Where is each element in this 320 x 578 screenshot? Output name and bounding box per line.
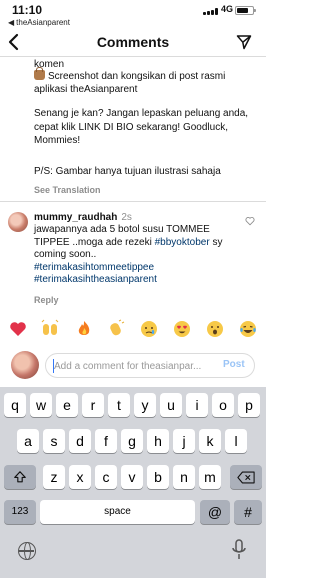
shift-arrow-icon <box>14 471 26 483</box>
key-i[interactable]: i <box>186 393 208 417</box>
see-translation-link[interactable]: See Translation <box>34 184 101 198</box>
key-k[interactable]: k <box>199 429 221 453</box>
key-b[interactable]: b <box>147 465 169 489</box>
globe-icon[interactable] <box>18 542 36 560</box>
key-f[interactable]: f <box>95 429 117 453</box>
key-l[interactable]: l <box>225 429 247 453</box>
status-time: 11:10 <box>12 3 43 17</box>
key-r[interactable]: r <box>82 393 104 417</box>
caption-line: Screenshot dan kongsikan di post rasmi <box>34 67 226 84</box>
backspace-icon <box>237 471 255 484</box>
key-v[interactable]: v <box>121 465 143 489</box>
heart-outline-icon[interactable] <box>245 216 255 226</box>
space-key[interactable]: space <box>40 500 195 524</box>
key-g[interactable]: g <box>121 429 143 453</box>
key-s[interactable]: s <box>43 429 65 453</box>
key-h[interactable]: h <box>147 429 169 453</box>
back-to-app-label: theAsianparent <box>16 18 70 27</box>
comment-text: jawapannya ada 5 botol susu TOMMEE TIPPE… <box>34 224 242 287</box>
comment-time: 2s <box>121 212 132 223</box>
key-j[interactable]: j <box>173 429 195 453</box>
network-type: 4G <box>221 4 234 14</box>
caption-line: Senang je kan? Jangan lepaskan peluang a… <box>34 108 249 146</box>
key-a[interactable]: a <box>17 429 39 453</box>
avatar <box>11 351 39 379</box>
hashtag-link[interactable]: #bbyoktober <box>155 237 210 248</box>
key-z[interactable]: z <box>43 465 65 489</box>
key-t[interactable]: t <box>108 393 130 417</box>
key-x[interactable]: x <box>69 465 91 489</box>
laughing-tears-emoji-icon[interactable] <box>238 319 258 339</box>
hashtag-link[interactable]: #terimakasihtommeetippee <box>34 262 154 273</box>
clapping-emoji-icon[interactable] <box>106 319 126 339</box>
avatar[interactable] <box>8 212 28 232</box>
signal-icon <box>203 8 218 15</box>
reply-button[interactable]: Reply <box>34 294 59 307</box>
key-d[interactable]: d <box>69 429 91 453</box>
fire-emoji-icon[interactable] <box>74 319 94 339</box>
heart-eyes-emoji-icon[interactable] <box>172 319 192 339</box>
surprised-face-emoji-icon[interactable] <box>205 319 225 339</box>
caption-line: aplikasi theAsianparent <box>34 84 138 95</box>
key-n[interactable]: n <box>173 465 195 489</box>
header-divider <box>0 56 266 57</box>
backspace-key[interactable] <box>230 465 262 489</box>
comment-username[interactable]: mummy_raudhah <box>34 212 117 223</box>
crying-face-emoji-icon[interactable] <box>139 319 159 339</box>
raised-hands-emoji-icon[interactable] <box>40 319 60 339</box>
key-u[interactable]: u <box>160 393 182 417</box>
key-p[interactable]: p <box>238 393 260 417</box>
caption-line: P/S: Gambar hanya tujuan ilustrasi sahaj… <box>34 166 221 177</box>
comment-header: mummy_raudhah 2s <box>34 212 242 225</box>
comment-input-box: Post <box>45 353 255 378</box>
numbers-key[interactable]: 123 <box>4 500 36 524</box>
microphone-icon[interactable] <box>230 539 248 561</box>
key-c[interactable]: c <box>95 465 117 489</box>
key-e[interactable]: e <box>56 393 78 417</box>
page-title: Comments <box>96 34 170 50</box>
caption-text: Screenshot dan kongsikan di post rasmi <box>48 71 226 82</box>
hash-key[interactable]: # <box>234 500 262 524</box>
back-to-app-link[interactable]: ◀ theAsianparent <box>8 18 70 27</box>
hashtag-link[interactable]: #terimakasihtheasianparent <box>34 274 157 285</box>
shift-key[interactable] <box>4 465 36 489</box>
back-arrow-icon: ◀ <box>8 18 15 27</box>
at-key[interactable]: @ <box>200 500 230 524</box>
key-y[interactable]: y <box>134 393 156 417</box>
key-q[interactable]: q <box>4 393 26 417</box>
key-o[interactable]: o <box>212 393 234 417</box>
post-button[interactable]: Post <box>223 359 245 370</box>
emoji-bar <box>0 319 266 343</box>
heart-emoji-icon[interactable] <box>8 319 28 339</box>
key-w[interactable]: w <box>30 393 52 417</box>
status-bar: 11:10 ◀ theAsianparent 4G <box>0 0 266 32</box>
comment: mummy_raudhah 2s jawapannya ada 5 botol s… <box>34 212 242 305</box>
key-m[interactable]: m <box>199 465 221 489</box>
comment-input[interactable] <box>54 358 214 374</box>
comments-header: Comments <box>0 30 266 56</box>
caption-divider <box>0 201 266 202</box>
direct-message-icon[interactable] <box>236 34 252 50</box>
keyboard: q w e r t y u i o p a s d f g h j k l z … <box>0 387 266 578</box>
battery-icon <box>235 6 256 15</box>
shopping-bag-icon <box>34 67 45 80</box>
